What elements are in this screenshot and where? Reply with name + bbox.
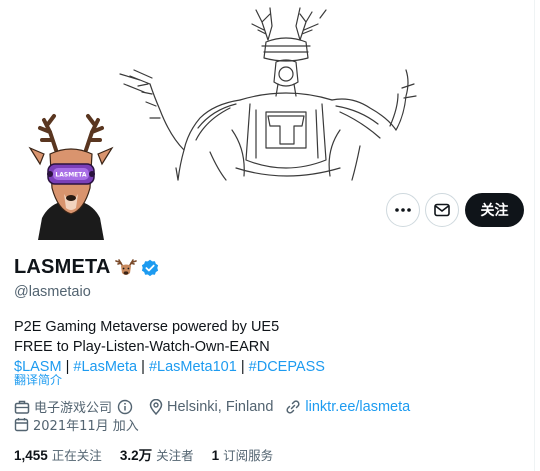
follow-stats: 1,455 正在关注 3.2万 关注者 1 订阅服务 (14, 444, 291, 464)
bio-line-1: P2E Gaming Metaverse powered by UE5 (14, 319, 280, 335)
followers-label: 关注者 (156, 448, 194, 463)
verified-badge-icon[interactable] (141, 259, 159, 277)
joined-text: 2021年11月 加入 (33, 419, 139, 434)
message-button[interactable] (425, 193, 459, 227)
profile-handle: @lasmetaio (14, 284, 91, 300)
calendar-icon (14, 418, 29, 432)
display-name-row: LASMETA (14, 256, 159, 279)
profile-bio: P2E Gaming Metaverse powered by UE5 FREE… (14, 317, 325, 377)
column-border (534, 0, 535, 471)
tag-separator: | (240, 359, 245, 375)
hashtag-link-lasmeta101[interactable]: #LasMeta101 (149, 359, 237, 375)
more-options-button[interactable] (386, 193, 420, 227)
tag-separator: | (141, 359, 145, 375)
following-count: 1,455 (14, 447, 48, 463)
website-item[interactable]: linktr.ee/lasmeta (285, 399, 410, 415)
deer-emoji-icon (114, 258, 137, 275)
location-text: Helsinki, Finland (167, 398, 274, 415)
location-pin-icon (149, 398, 163, 415)
website-link[interactable]: linktr.ee/lasmeta (305, 399, 410, 415)
profile-meta-row: 电子游戏公司 Helsinki, Finland linktr.ee/lasme… (14, 397, 422, 416)
profile-avatar[interactable]: LASMETA (26, 110, 116, 240)
followers-count-link[interactable]: 3.2万 关注者 (120, 444, 194, 464)
following-label: 正在关注 (51, 447, 102, 463)
following-count-link[interactable]: 1,455 正在关注 (14, 445, 102, 464)
hashtag-link-lasmeta[interactable]: #LasMeta (73, 359, 137, 375)
briefcase-icon (14, 400, 30, 414)
envelope-icon (434, 203, 450, 217)
subscriptions-count: 1 (211, 447, 220, 463)
category-text: 电子游戏公司 (34, 401, 113, 416)
subscriptions-label: 订阅服务 (223, 447, 274, 463)
translate-bio-link[interactable]: 翻译简介 (14, 371, 62, 388)
display-name: LASMETA (14, 256, 111, 278)
followers-count: 3.2万 (119, 448, 153, 463)
bio-line-2: FREE to Play-Listen-Watch-Own-EARN (14, 339, 270, 355)
deer-avatar-image: LASMETA (28, 114, 114, 240)
link-icon (286, 399, 300, 414)
category-item: 电子游戏公司 (14, 397, 137, 416)
follow-button[interactable]: 关注 (465, 193, 524, 227)
info-icon[interactable] (117, 399, 133, 415)
more-dots-icon (395, 208, 411, 212)
location-item: Helsinki, Finland (149, 398, 274, 415)
avatar-goggle-text: LASMETA (55, 172, 86, 179)
subscriptions-count-link[interactable]: 1 订阅服务 (212, 445, 274, 464)
tag-separator: | (65, 359, 70, 375)
hashtag-link-dcepass[interactable]: #DCEPASS (249, 359, 325, 375)
joined-date-row: 2021年11月 加入 (14, 415, 139, 434)
